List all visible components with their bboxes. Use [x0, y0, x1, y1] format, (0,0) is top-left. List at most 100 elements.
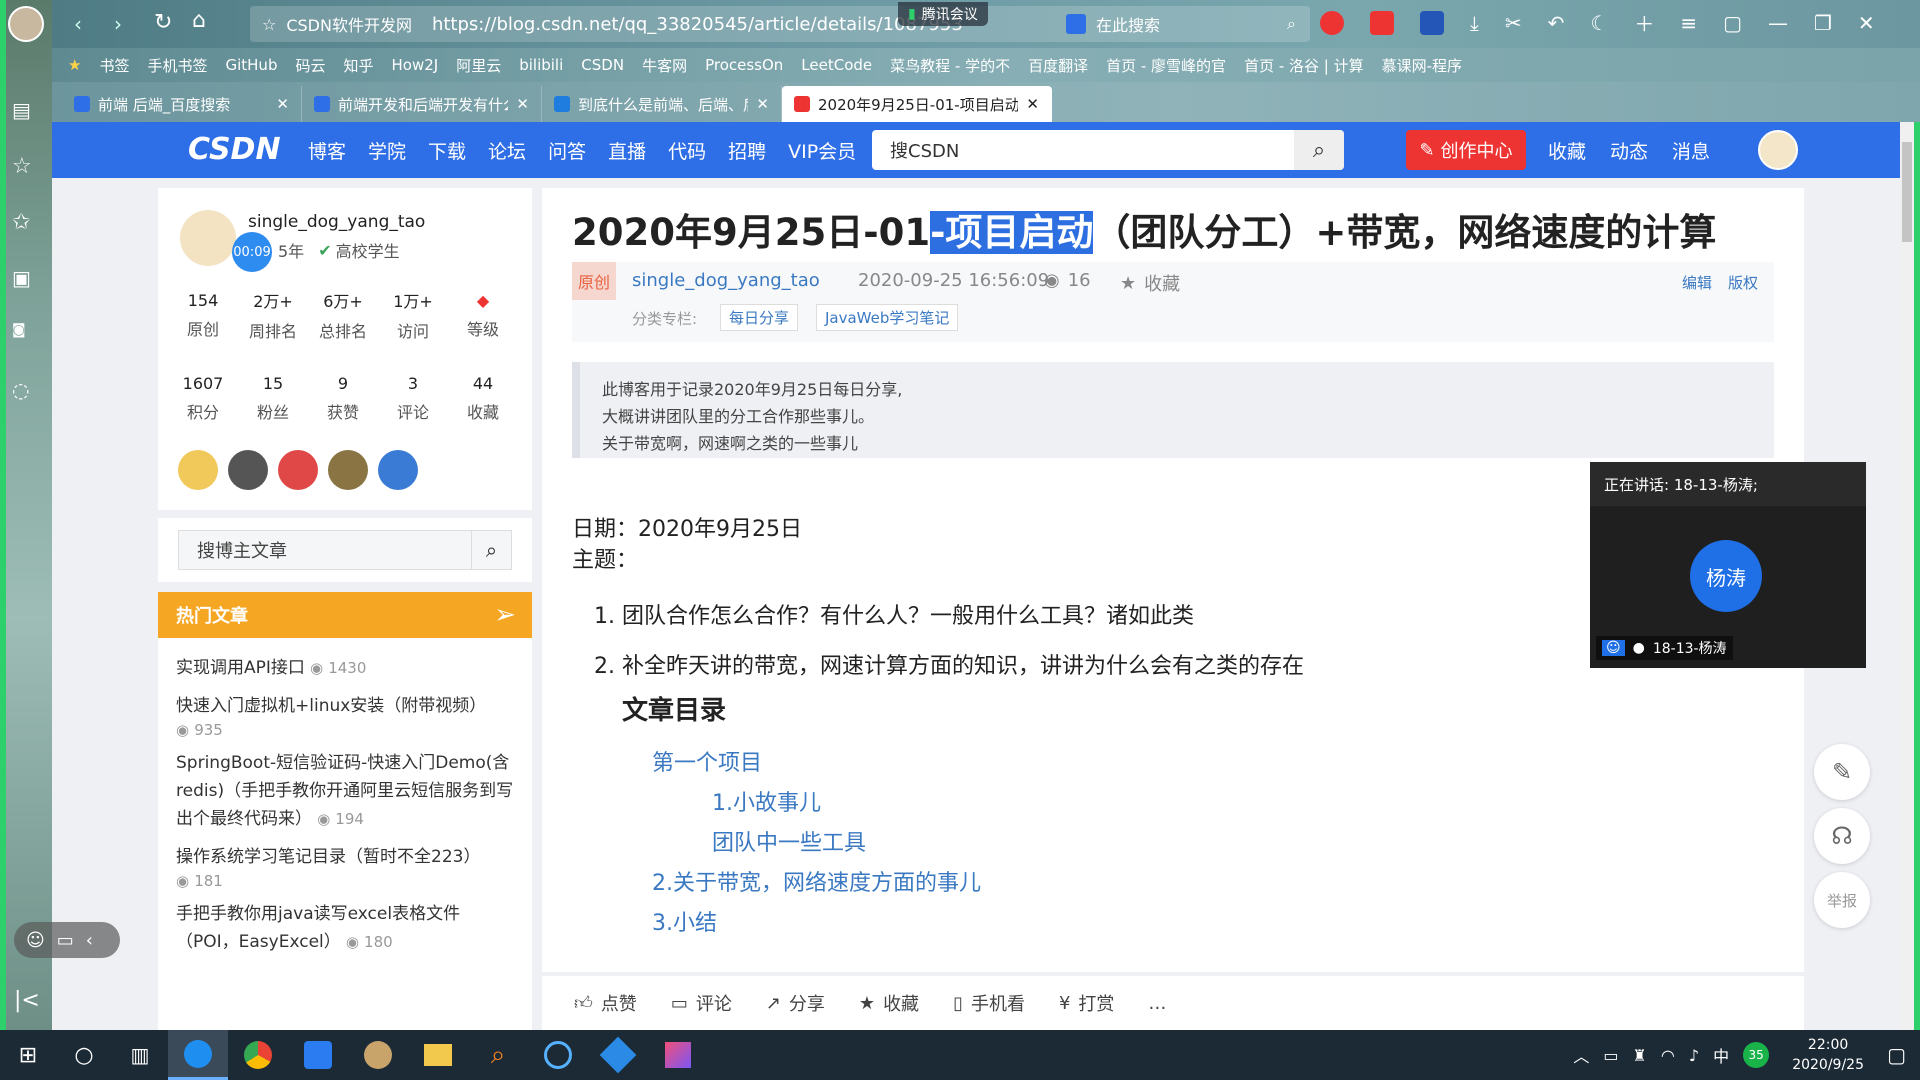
bookmark-item[interactable]: GitHub — [225, 56, 277, 74]
badge-icon[interactable] — [328, 450, 368, 490]
bookmark-item[interactable]: 慕课网-程序 — [1382, 55, 1462, 76]
sidebar-chat-icon[interactable]: ◌ — [12, 378, 29, 402]
hot-item-title[interactable]: 手把手教你用java读写excel表格文件（POI，EasyExcel） — [176, 904, 460, 952]
badge-icon[interactable] — [278, 450, 318, 490]
csdn-logo[interactable]: CSDN — [188, 132, 281, 167]
bookmark-item[interactable]: 首页 - 洛谷 | 计算 — [1244, 55, 1364, 76]
copyright-link[interactable]: 版权 — [1728, 272, 1758, 293]
keyboard-icon[interactable]: ▭ — [57, 930, 74, 951]
volume-icon[interactable]: ♪ — [1689, 1046, 1699, 1065]
search-icon[interactable]: ⌕ — [1294, 130, 1344, 170]
nav-download[interactable]: 下载 — [428, 137, 466, 164]
bookmark-item[interactable]: 牛客网 — [642, 55, 687, 76]
close-tab-icon[interactable]: ✕ — [276, 95, 289, 113]
windows-start-icon[interactable]: ⊞ — [0, 1030, 56, 1080]
mobile-view-button[interactable]: ▯ 手机看 — [953, 990, 1025, 1016]
nav-code[interactable]: 代码 — [668, 137, 706, 164]
extension-icon[interactable] — [1320, 10, 1344, 35]
bookmark-item[interactable]: 百度翻译 — [1028, 55, 1088, 76]
idea-taskbar-icon[interactable] — [648, 1030, 708, 1080]
home-icon[interactable]: ⌂ — [192, 8, 206, 33]
nav-college[interactable]: 学院 — [368, 137, 406, 164]
category-tag[interactable]: JavaWeb学习笔记 — [816, 304, 959, 331]
hot-item[interactable]: 手把手教你用java读写excel表格文件（POI，EasyExcel） ◉ 1… — [176, 900, 514, 956]
bookmark-item[interactable]: 手机书签 — [147, 55, 207, 76]
toc-item[interactable]: 1.小故事儿 — [652, 784, 981, 824]
browser-tab[interactable]: 到底什么是前端、后端、后台啊 ✕ — [542, 86, 782, 122]
badge-icon[interactable] — [228, 450, 268, 490]
new-tab-icon[interactable]: ＋ — [1634, 8, 1654, 37]
bookmark-item[interactable]: 码云 — [295, 55, 325, 76]
sidebar-home-icon[interactable]: ▤ — [12, 98, 31, 122]
toc-item[interactable]: 2.关于带宽，网络速度方面的事儿 — [652, 864, 981, 904]
sidebar-collapse-icon[interactable]: |< — [14, 988, 40, 1013]
category-tag[interactable]: 每日分享 — [720, 304, 799, 331]
stat-total-rank[interactable]: 6万+ 总排名 — [308, 288, 378, 342]
share-button[interactable]: ↗ 分享 — [766, 990, 825, 1016]
undo-icon[interactable]: ↶ — [1548, 11, 1565, 35]
stat-original[interactable]: 154 原创 — [168, 291, 238, 340]
stat-level[interactable]: ◆ 等级 — [448, 291, 518, 340]
page-scrollbar[interactable] — [1900, 122, 1914, 1030]
close-icon[interactable]: ✕ — [1858, 11, 1875, 35]
blog-search-box[interactable]: 搜博主文章 ⌕ — [178, 530, 512, 570]
user-avatar[interactable] — [8, 6, 44, 42]
close-tab-icon[interactable]: ✕ — [516, 95, 529, 113]
browser-search[interactable]: 在此搜索 ⌕ — [1066, 8, 1306, 40]
badge-icon[interactable] — [378, 450, 418, 490]
comment-button[interactable]: ▭ 评论 — [671, 990, 732, 1016]
browser-tab[interactable]: 前端 后端_百度搜索 ✕ — [62, 86, 302, 122]
sidebar-collect-icon[interactable]: ✩ — [12, 210, 30, 235]
bookmark-item[interactable]: 首页 - 廖雪峰的官 — [1106, 55, 1226, 76]
hot-item-title[interactable]: 操作系统学习笔记目录（暂时不全223） — [176, 843, 514, 871]
browser-tab-active[interactable]: 2020年9月25日-01-项目启动 ✕ — [782, 86, 1052, 122]
toc-item[interactable]: 3.小结 — [652, 904, 981, 944]
tray-app-icon[interactable]: ♜ — [1633, 1046, 1647, 1065]
favorite-button[interactable]: ★ 收藏 — [1120, 270, 1180, 296]
bookmark-item[interactable]: 菜鸟教程 - 学的不 — [890, 55, 1010, 76]
meeting-indicator[interactable]: ▮ 腾讯会议 — [898, 2, 988, 26]
vscode-taskbar-icon[interactable] — [588, 1030, 648, 1080]
collapse-icon[interactable]: ‹ — [86, 930, 93, 951]
blog-search-input[interactable]: 搜博主文章 — [179, 537, 471, 563]
tray-expand-icon[interactable]: ︿ — [1573, 1043, 1589, 1067]
meeting-window[interactable]: 正在讲话: 18-13-杨涛; 杨涛 ☺ ● 18-13-杨涛 — [1590, 462, 1866, 668]
menu-icon[interactable]: ≡ — [1680, 11, 1697, 35]
tray-badge[interactable]: 35 — [1743, 1042, 1770, 1068]
bookmark-item[interactable]: ProcessOn — [705, 56, 783, 74]
wifi-icon[interactable]: ◠ — [1661, 1046, 1675, 1065]
clock[interactable]: 22:00 2020/9/25 — [1783, 1035, 1873, 1075]
bookmark-item[interactable]: bilibili — [519, 56, 563, 74]
chat-icon[interactable]: ☺ — [26, 930, 45, 951]
csdn-search-input[interactable]: 搜CSDN — [872, 137, 1294, 163]
sidebar-live-icon[interactable]: ◙ — [12, 322, 26, 338]
bookmark-item[interactable]: 阿里云 — [456, 55, 501, 76]
search-icon[interactable]: ⌕ — [1287, 14, 1296, 34]
ime-indicator[interactable]: 中 — [1713, 1043, 1729, 1067]
bookmark-item[interactable]: CSDN — [581, 56, 624, 74]
nav-jobs[interactable]: 招聘 — [728, 137, 766, 164]
csdn-search[interactable]: 搜CSDN ⌕ — [872, 130, 1344, 170]
link-dynamics[interactable]: 动态 — [1610, 137, 1648, 164]
back-icon[interactable]: ‹ — [74, 12, 82, 36]
battery-icon[interactable]: ▭ — [1603, 1046, 1618, 1065]
hot-item-title[interactable]: 快速入门虚拟机+linux安装（附带视频） — [176, 692, 514, 720]
link-messages[interactable]: 消息 — [1672, 137, 1710, 164]
article-author[interactable]: single_dog_yang_tao — [632, 270, 820, 291]
skin-icon[interactable]: ▢ — [1723, 11, 1742, 35]
hot-item[interactable]: 实现调用API接口 ◉ 1430 — [176, 654, 514, 682]
collect-button[interactable]: ★ 收藏 — [859, 990, 919, 1016]
restore-icon[interactable]: ❐ — [1814, 11, 1832, 35]
nav-vip[interactable]: VIP会员 — [788, 137, 856, 164]
close-tab-icon[interactable]: ✕ — [1026, 95, 1039, 113]
nav-qa[interactable]: 问答 — [548, 137, 586, 164]
more-button[interactable]: … — [1148, 993, 1166, 1014]
minimize-icon[interactable]: — — [1768, 11, 1788, 35]
sidebar-star-icon[interactable]: ☆ — [12, 154, 32, 179]
hot-item[interactable]: 操作系统学习笔记目录（暂时不全223） ◉ 181 — [176, 843, 514, 890]
report-button[interactable]: 举报 — [1814, 872, 1870, 928]
toc-item[interactable]: 第一个项目 — [652, 744, 981, 784]
author-name[interactable]: single_dog_yang_tao — [248, 212, 425, 232]
stat-week-rank[interactable]: 2万+ 周排名 — [238, 288, 308, 342]
folder-taskbar-icon[interactable] — [408, 1030, 468, 1080]
